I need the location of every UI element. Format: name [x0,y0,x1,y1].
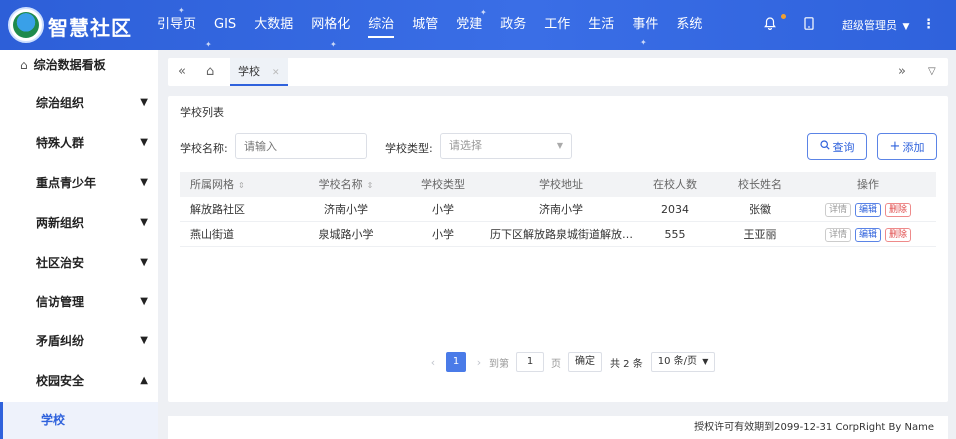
sidebar-item-org[interactable]: 综治组织 ▼ [0,83,158,123]
goto-page-input[interactable]: 1 [516,352,544,372]
page-unit-label: 页 [551,358,561,370]
mobile-icon[interactable] [804,17,814,34]
notification-dot [781,14,786,19]
nav-comprehensive[interactable]: 综治 [359,0,403,50]
goto-confirm-button[interactable]: 确定 [568,352,602,372]
next-page-icon[interactable]: › [472,356,486,369]
plus-icon: + [889,139,901,154]
caret-down-icon: ▼ [140,137,148,148]
caret-down-icon: ▼ [140,335,148,346]
school-table: 所属网格 ⇕ 学校名称 ⇕ 学校类型 学校地址 在校人数 校长姓名 操作 解放路社区… [180,172,936,247]
total-count: 共 2 条 [610,358,643,370]
bell-icon[interactable] [764,17,776,34]
add-button[interactable]: + 添加 [877,133,937,160]
col-actions: 操作 [857,178,879,191]
pagination: ‹ 1 › 到第 1 页 确定 共 2 条 10 条/页 ▼ [426,352,719,372]
school-type-select[interactable]: 请选择 ▼ [440,133,572,159]
tabs-bar: « ⌂ 学校 ✕ » ▽ [168,58,948,86]
goto-label: 到第 [489,358,509,370]
col-students: 在校人数 [653,178,697,191]
sidebar-item-special-people[interactable]: 特殊人群 ▼ [0,123,158,163]
nav-gis[interactable]: GIS [205,0,245,50]
nav-system[interactable]: 系统 [667,0,711,50]
detail-button[interactable]: 详情 [824,203,851,217]
caret-down-icon: ▼ [140,217,148,228]
sidebar-dashboard[interactable]: ⌂ 综治数据看板 [0,50,158,80]
prev-page-icon[interactable]: ‹ [426,356,440,369]
tab-school[interactable]: 学校 ✕ [230,58,288,86]
sidebar-subitem-school[interactable]: 学校 [0,402,158,439]
caret-down-icon: ▼ [140,296,148,307]
query-button[interactable]: 查询 [807,133,867,160]
nav-work[interactable]: 工作 [535,0,579,50]
delete-button[interactable]: 删除 [885,203,912,217]
double-right-icon[interactable]: » [898,64,906,79]
sidebar-item-dispute[interactable]: 矛盾纠纷 ▼ [0,321,158,361]
sidebar: ⌂ 综治数据看板 综治组织 ▼ 特殊人群 ▼ 重点青少年 ▼ 两新组织 ▼ 社区治安 ▼ … [0,50,158,439]
top-header: ✦ ✦ ✦ ✦ ✦ 智慧社区 引导页 GIS 大数据 网格化 综治 城管 党建 … [0,0,956,50]
nav-life[interactable]: 生活 [579,0,623,50]
school-name-label: 学校名称: [180,142,228,155]
brand-title: 智慧社区 [48,16,132,40]
app-logo [8,7,44,43]
page-number-current[interactable]: 1 [446,352,466,372]
caret-down-icon: ▼ [140,257,148,268]
sidebar-item-petition[interactable]: 信访管理 ▼ [0,282,158,322]
school-type-label: 学校类型: [385,142,433,155]
caret-down-icon: ▼ [140,177,148,188]
more-vertical-icon[interactable]: ⋮ [922,17,935,32]
home-icon: ⌂ [20,58,28,72]
table-row: 解放路社区 济南小学 小学 济南小学 2034 张徽 详情 编辑 删除 [180,197,936,222]
sidebar-item-campus[interactable]: 校园安全 ▲ [0,361,158,401]
school-name-input[interactable] [235,133,367,159]
panel-title: 学校列表 [180,106,224,119]
col-address: 学校地址 [539,178,583,191]
chevron-down-icon: ▼ [556,141,563,150]
sort-icon[interactable]: ⇕ [238,181,245,190]
search-icon [819,140,830,153]
table-row: 燕山街道 泉城路小学 小学 历下区解放路泉城街道解放… 555 王亚丽 详情 编辑… [180,222,936,247]
sidebar-item-new-org[interactable]: 两新组织 ▼ [0,203,158,243]
delete-button[interactable]: 删除 [885,228,912,242]
row-actions: 详情 编辑 删除 [808,197,928,222]
nav-guide[interactable]: 引导页 [148,0,205,50]
chevron-down-icon[interactable]: ▽ [928,66,936,77]
col-grid[interactable]: 所属网格 ⇕ [180,172,274,197]
nav-urban[interactable]: 城管 [403,0,447,50]
sidebar-item-youth[interactable]: 重点青少年 ▼ [0,163,158,203]
nav-gov[interactable]: 政务 [491,0,535,50]
caret-down-icon: ▼ [902,22,910,32]
page-size-select[interactable]: 10 条/页 ▼ [650,352,716,372]
detail-button[interactable]: 详情 [824,228,851,242]
table-header: 所属网格 ⇕ 学校名称 ⇕ 学校类型 学校地址 在校人数 校长姓名 操作 [180,172,936,197]
school-list-panel: 学校列表 学校名称: 学校类型: 请选择 ▼ 查询 + 添加 所属网格⇕ 学校名… [168,96,948,402]
edit-button[interactable]: 编辑 [854,203,881,217]
nav-party[interactable]: 党建 [447,0,491,50]
home-icon[interactable]: ⌂ [206,64,214,79]
caret-down-icon: ▼ [140,97,148,108]
close-icon[interactable]: ✕ [272,68,280,78]
nav-bigdata[interactable]: 大数据 [245,0,302,50]
double-left-icon[interactable]: « [178,64,186,79]
col-name[interactable]: 学校名称 ⇕ [296,172,396,197]
col-principal: 校长姓名 [738,178,782,191]
row-actions: 详情 编辑 删除 [808,222,928,247]
sort-icon[interactable]: ⇕ [367,181,374,190]
sidebar-item-security[interactable]: 社区治安 ▼ [0,243,158,283]
chevron-down-icon: ▼ [702,357,709,366]
nav-event[interactable]: 事件 [623,0,667,50]
caret-up-icon: ▲ [140,375,148,386]
nav-grid[interactable]: 网格化 [302,0,359,50]
main-nav: 引导页 GIS 大数据 网格化 综治 城管 党建 政务 工作 生活 事件 系统 [148,0,711,50]
user-menu[interactable]: 超级管理员 ▼ [842,17,909,33]
footer: 授权许可有效期到2099-12-31 CorpRight By Name [168,416,948,439]
edit-button[interactable]: 编辑 [854,228,881,242]
col-type: 学校类型 [421,178,465,191]
